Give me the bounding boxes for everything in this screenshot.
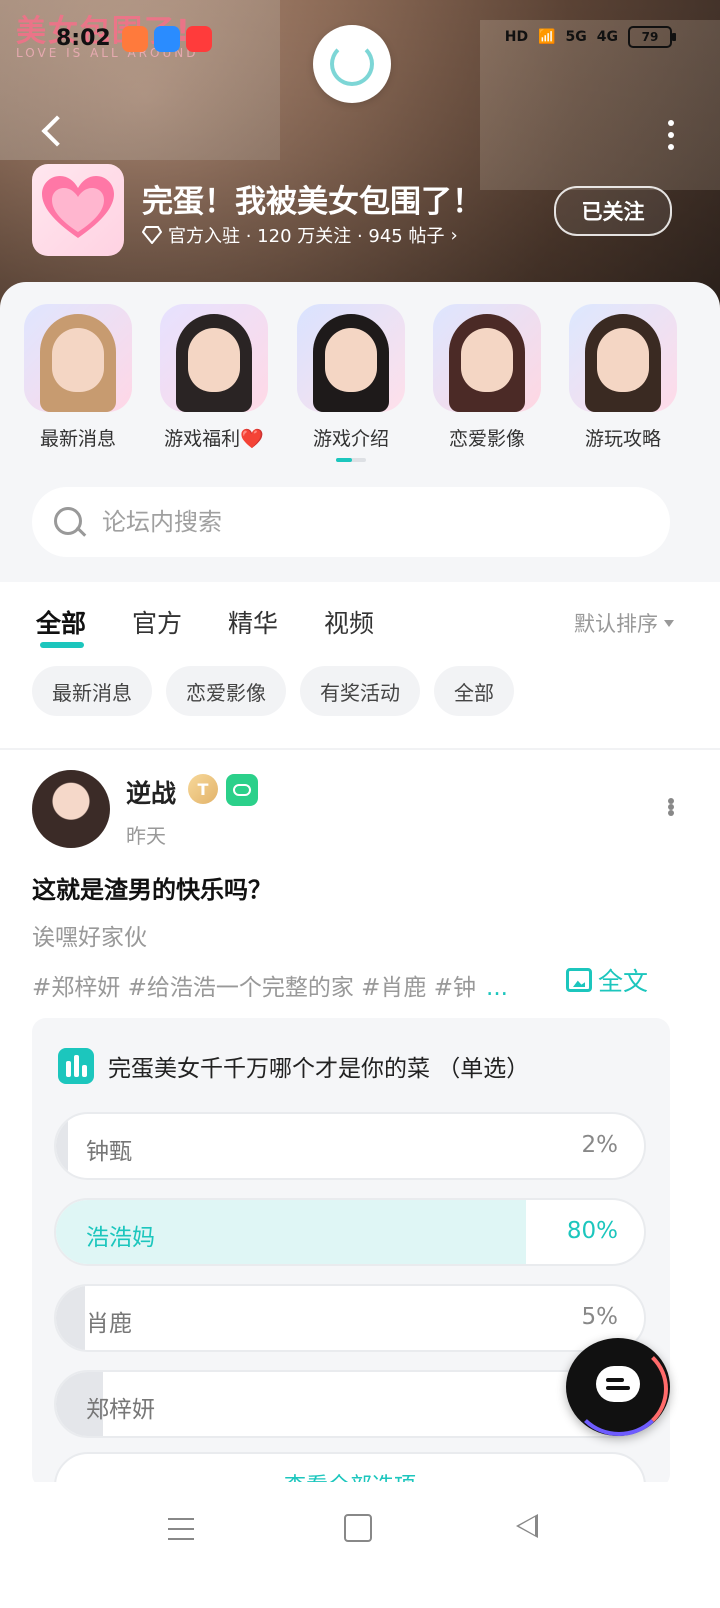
app-notification-icon — [154, 26, 180, 52]
system-nav-bar — [0, 1482, 720, 1608]
chip-prize-events[interactable]: 有奖活动 — [300, 666, 420, 716]
app-notification-icon — [186, 26, 212, 52]
follow-button[interactable]: 已关注 — [554, 186, 672, 236]
forum-panel: 最新消息 游戏福利❤️ 游戏介绍 恋爱影像 游玩攻略 — [0, 282, 720, 582]
avatar[interactable] — [32, 770, 110, 848]
chevron-right-icon: › — [450, 224, 458, 246]
quick-link-label: 最新消息 — [39, 428, 116, 450]
poll-option-name: 钟甄 — [86, 1139, 132, 1165]
quick-link-latest-news[interactable]: 最新消息 — [23, 304, 133, 451]
search-input[interactable] — [100, 507, 584, 537]
tab-featured[interactable]: 精华 — [228, 604, 278, 640]
quick-link-image — [160, 304, 268, 412]
post-more-button[interactable] — [666, 798, 676, 816]
divider — [0, 748, 720, 750]
chip-all[interactable]: 全部 — [434, 666, 514, 716]
pull-refresh-indicator — [313, 25, 391, 103]
forum-title: 完蛋！我被美女包围了！ — [142, 184, 483, 220]
hd-label: HD — [504, 29, 529, 45]
poll-option-name: 浩浩妈 — [86, 1225, 155, 1251]
bar-chart-icon — [58, 1048, 94, 1084]
quick-link-label: 游玩攻略 — [584, 428, 661, 450]
recent-apps-button[interactable] — [168, 1518, 194, 1540]
image-icon — [566, 968, 592, 992]
battery-level: 79 — [641, 30, 659, 44]
quick-link-play-guide[interactable]: 游玩攻略 — [568, 304, 678, 451]
post-username[interactable]: 逆战 — [126, 774, 176, 810]
signal-4g-label: 4G — [596, 29, 618, 45]
filter-chips: 最新消息 恋爱影像 有奖活动 全部 — [32, 666, 514, 716]
poll-option[interactable]: 浩浩妈 80% — [54, 1198, 646, 1266]
refresh-spinner-icon — [330, 42, 374, 86]
battery-icon: 79 — [628, 26, 676, 48]
system-back-button[interactable] — [516, 1514, 538, 1538]
quick-link-image — [569, 304, 677, 412]
status-time: 8:02 — [56, 26, 111, 51]
notification-icons — [122, 26, 212, 52]
home-button[interactable] — [344, 1514, 372, 1542]
poll-option[interactable]: 肖鹿 5% — [54, 1284, 646, 1352]
quick-link-label: 恋爱影像 — [448, 428, 525, 450]
wifi-icon: 📶 — [538, 29, 556, 45]
app-notification-icon — [122, 26, 148, 52]
feed-tabs: 全部 官方 精华 视频 — [36, 604, 374, 648]
poll-option[interactable]: 郑梓妍 — [54, 1370, 646, 1438]
poll-option-percent: 80% — [566, 1218, 618, 1244]
more-options-button[interactable] — [666, 120, 676, 150]
post-tags-ellipsis: ... — [486, 975, 508, 1001]
chip-love-gallery[interactable]: 恋爱影像 — [166, 666, 286, 716]
forum-stats-text: 官方入驻 · 120 万关注 · 945 帖子 — [168, 226, 445, 247]
poll-option-fill — [56, 1114, 68, 1178]
poll-option-fill — [56, 1286, 86, 1350]
search-icon — [54, 507, 84, 537]
level-badge-icon: T — [188, 774, 218, 804]
gamer-badge-icon — [226, 774, 258, 806]
forum-search[interactable] — [32, 487, 670, 557]
post-title[interactable]: 这就是渣男的快乐吗？ — [32, 870, 272, 905]
caret-down-icon — [664, 619, 674, 627]
diamond-icon — [142, 226, 162, 244]
sort-dropdown[interactable]: 默认排序 — [574, 608, 674, 638]
sort-label: 默认排序 — [574, 612, 658, 636]
full-text-label: 全文 — [598, 967, 649, 996]
quick-link-label: 游戏福利❤️ — [164, 428, 264, 450]
quick-link-label: 游戏介绍 — [312, 428, 389, 450]
status-indicators: HD 📶 5G 4G 79 — [504, 26, 676, 48]
post-body: 诶嘿好家伙 — [32, 925, 147, 951]
full-text-button[interactable]: 全文 — [566, 962, 648, 998]
poll-option[interactable]: 钟甄 2% — [54, 1112, 646, 1180]
quick-link-image — [24, 304, 132, 412]
page-indicator — [336, 458, 366, 462]
poll-card: 完蛋美女千千万哪个才是你的菜 （单选） 钟甄 2% 浩浩妈 80% 肖鹿 5% … — [32, 1018, 670, 1488]
signal-5g-label: 5G — [565, 29, 587, 45]
poll-option-name: 肖鹿 — [86, 1311, 132, 1337]
poll-header: 完蛋美女千千万哪个才是你的菜 （单选） — [58, 1048, 529, 1084]
poll-option-percent: 2% — [581, 1132, 619, 1158]
quick-link-game-benefits[interactable]: 游戏福利❤️ — [159, 304, 269, 451]
chat-fab-button[interactable] — [566, 1338, 670, 1436]
forum-stats[interactable]: 官方入驻 · 120 万关注 · 945 帖子 › — [142, 222, 458, 248]
tab-all[interactable]: 全部 — [36, 604, 86, 648]
tab-official[interactable]: 官方 — [132, 604, 182, 640]
post-time: 昨天 — [126, 824, 166, 848]
back-button[interactable] — [36, 114, 72, 150]
heart-logo-icon — [42, 176, 114, 238]
poll-option-percent: 5% — [581, 1304, 619, 1330]
forum-logo — [32, 164, 124, 256]
quick-link-image — [433, 304, 541, 412]
post-tags[interactable]: #郑梓妍 #给浩浩一个完整的家 #肖鹿 #钟... — [32, 968, 508, 1002]
quick-link-image — [297, 304, 405, 412]
poll-question: 完蛋美女千千万哪个才是你的菜 （单选） — [108, 1056, 530, 1082]
poll-option-name: 郑梓妍 — [86, 1397, 155, 1423]
chip-latest-news[interactable]: 最新消息 — [32, 666, 152, 716]
quick-link-love-gallery[interactable]: 恋爱影像 — [432, 304, 542, 451]
tab-video[interactable]: 视频 — [324, 604, 374, 640]
post-tags-text: #郑梓妍 #给浩浩一个完整的家 #肖鹿 #钟 — [32, 975, 477, 1001]
chat-bubble-icon — [596, 1366, 640, 1402]
quick-link-game-intro[interactable]: 游戏介绍 — [296, 304, 406, 451]
